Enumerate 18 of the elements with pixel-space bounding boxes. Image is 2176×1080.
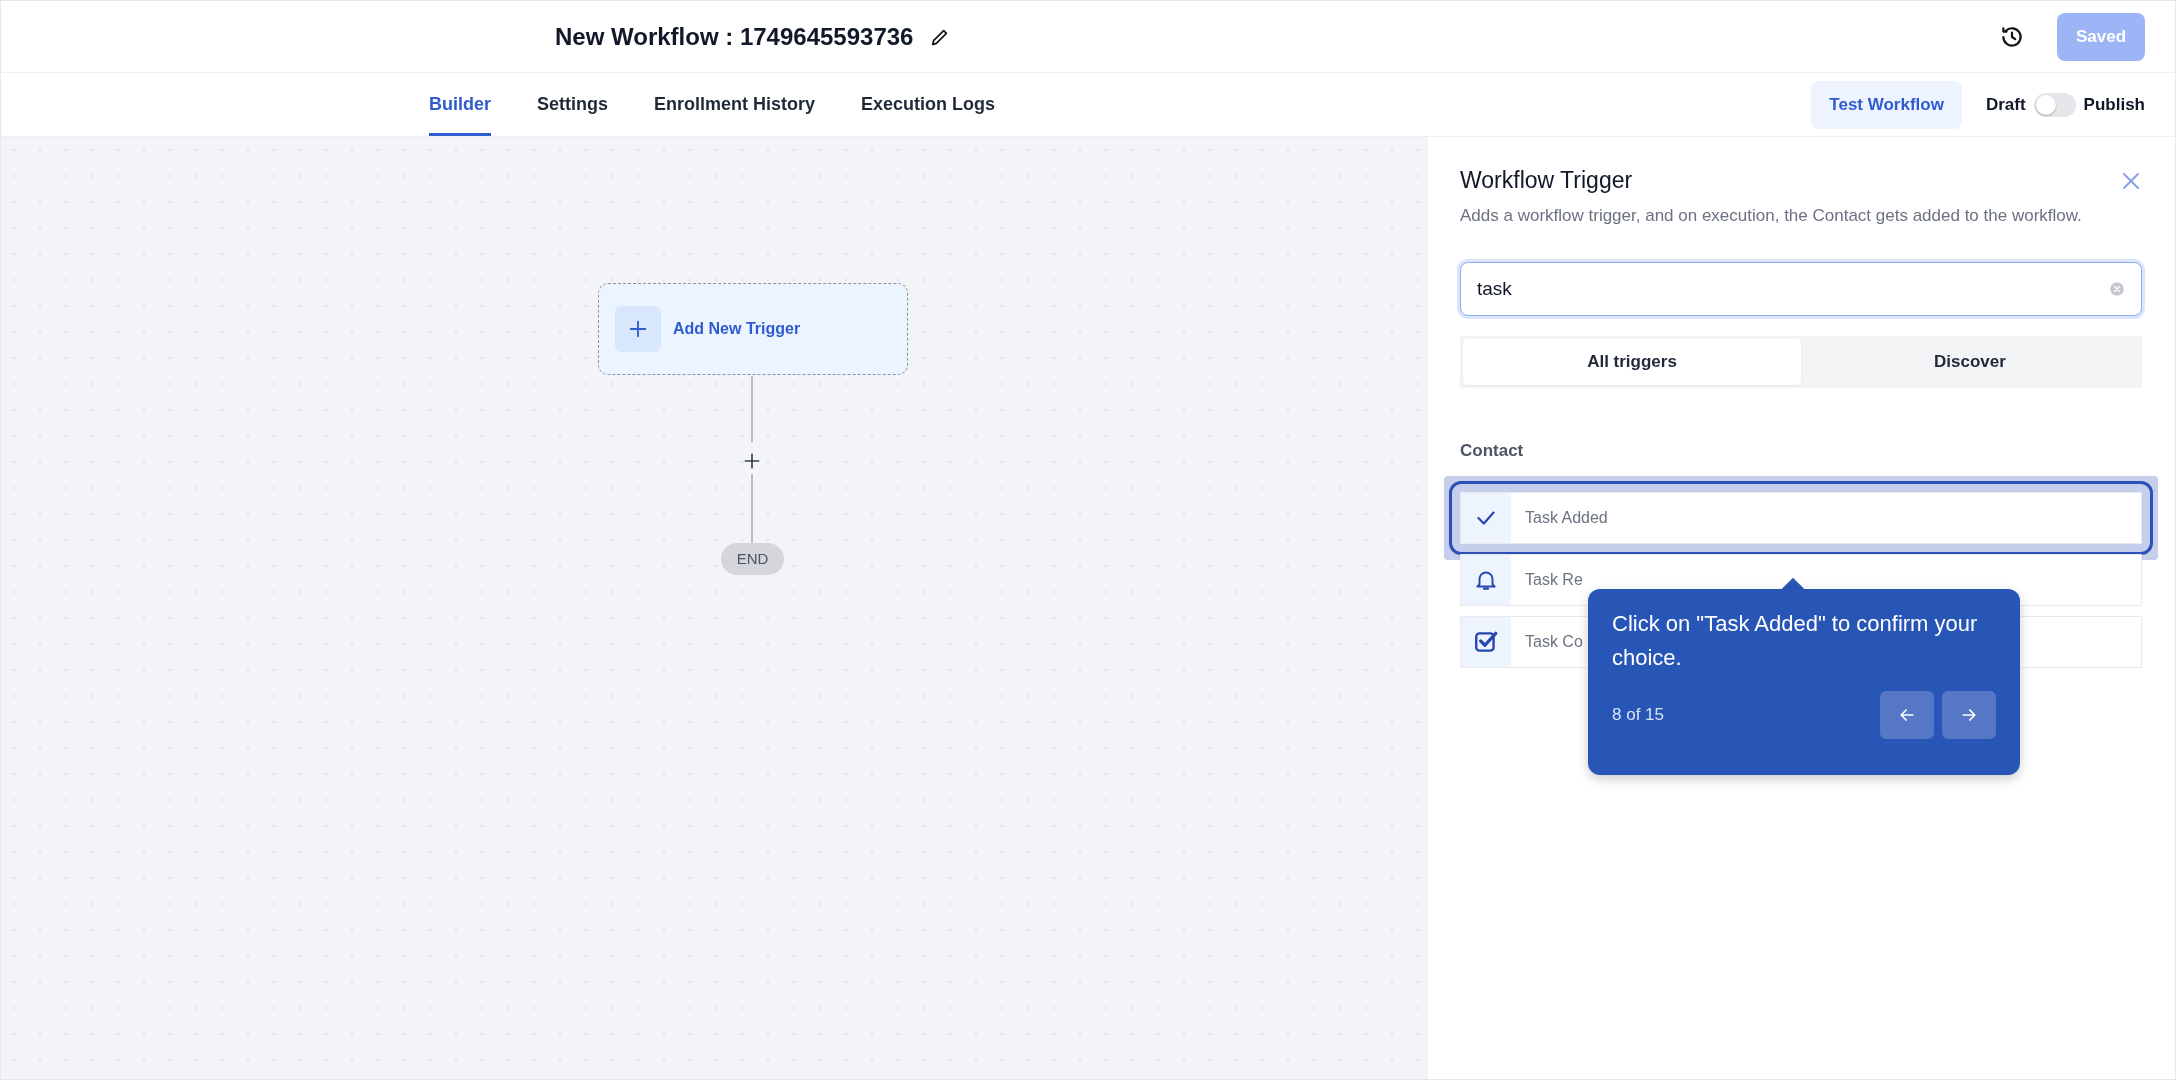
group-heading: Contact	[1460, 440, 1525, 463]
segment-tab[interactable]: Discover	[1801, 339, 2139, 386]
step-counter: 8 of 15	[1612, 704, 1664, 727]
search-field[interactable]: task	[1460, 262, 2142, 317]
tour-message: Click on "Task Added" to confirm your choice.	[1612, 610, 1979, 673]
workflow-title: New Workflow : 1749645593736	[555, 21, 914, 52]
toggle-label: Publish	[2083, 93, 2145, 116]
test-workflow-button[interactable]: Test Workflow	[1811, 80, 1962, 129]
tab[interactable]: Execution Logs	[861, 76, 996, 136]
panel-description: Adds a workflow trigger, and on execution, the Contact gets added to the workflow.	[1460, 204, 2083, 227]
trigger-node[interactable]: Add New Trigger	[598, 283, 908, 375]
tab[interactable]: Settings	[537, 76, 609, 136]
segment-tab[interactable]: All triggers	[1463, 339, 1801, 386]
end-node: END	[721, 543, 784, 575]
trigger-node-label: Add New Trigger	[673, 319, 801, 339]
tab[interactable]: Enrollment History	[654, 76, 816, 136]
panel-title: Workflow Trigger	[1460, 166, 1633, 195]
toggle-label: Draft	[1985, 93, 2026, 116]
